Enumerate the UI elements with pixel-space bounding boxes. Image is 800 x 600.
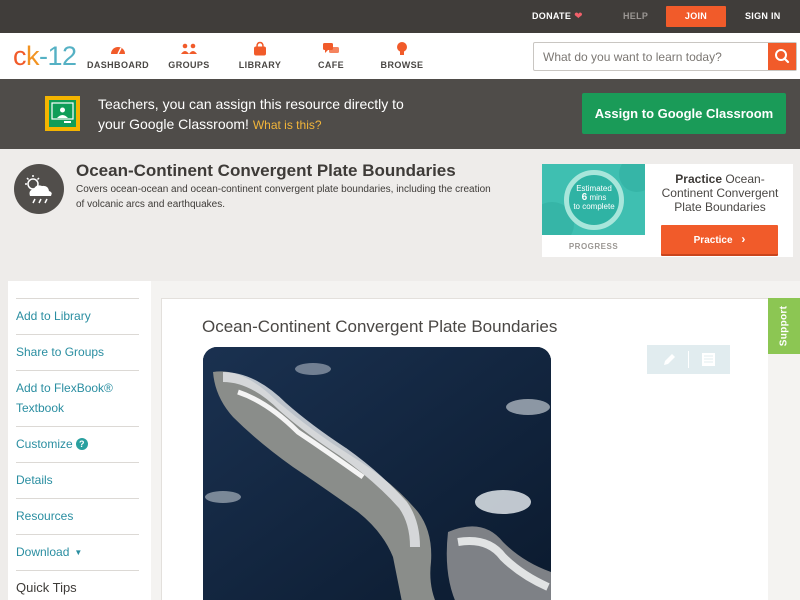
caret-down-icon: ▼ (74, 548, 83, 557)
heart-icon: ❤ (574, 11, 583, 22)
classroom-message: Teachers, you can assign this resource d… (98, 96, 404, 132)
progress-panel: Estimated 6 mins to complete PROGRESS (542, 164, 645, 257)
progress-label: PROGRESS (568, 242, 619, 251)
sign-in-link[interactable]: SIGN IN (745, 0, 781, 33)
concept-description: Covers ocean-ocean and ocean-continent c… (76, 184, 491, 210)
pencil-icon[interactable] (647, 345, 688, 374)
donate-label: DONATE (532, 11, 572, 21)
annotation-tools (647, 345, 730, 374)
google-classroom-icon (45, 96, 80, 131)
dashboard-gauge-icon (111, 47, 125, 55)
join-button[interactable]: JOIN (666, 6, 726, 27)
support-tab[interactable]: Support (768, 298, 800, 354)
help-link[interactable]: HELP (623, 0, 648, 33)
search-input[interactable] (534, 43, 770, 70)
browse-lightbulb-icon (397, 42, 407, 55)
practice-button[interactable]: Practice › (661, 225, 778, 254)
share-to-groups-link[interactable]: Share to Groups (16, 334, 139, 362)
assign-google-classroom-button[interactable]: Assign to Google Classroom (582, 93, 786, 134)
resources-link[interactable]: Resources (16, 498, 139, 526)
satellite-island-image (203, 347, 551, 600)
nav-groups[interactable]: GROUPS (154, 41, 224, 70)
add-to-flexbook-link[interactable]: Add to FlexBook® Textbook (16, 370, 139, 418)
download-dropdown[interactable]: Download ▼ (16, 534, 139, 563)
nav-cafe[interactable]: CAFE (296, 41, 366, 70)
what-is-this-link[interactable]: What is this? (253, 118, 322, 132)
top-utility-bar: DONATE ❤ HELP JOIN SIGN IN (0, 0, 800, 33)
practice-heading: Practice Ocean-Continent Convergent Plat… (661, 172, 779, 214)
estimated-time-ring: Estimated 6 mins to complete (564, 170, 624, 230)
content-title: Ocean-Continent Convergent Plate Boundar… (202, 317, 558, 336)
donate-link[interactable]: DONATE ❤ (532, 0, 583, 33)
search-icon (775, 49, 790, 64)
concept-icon-circle (14, 164, 64, 214)
library-bag-icon (254, 41, 266, 56)
weather-cloud-storm-icon (25, 175, 52, 204)
concept-title: Ocean-Continent Convergent Plate Boundar… (76, 161, 456, 180)
add-to-library-link[interactable]: Add to Library (16, 298, 139, 326)
quick-tips-heading: Quick Tips (16, 570, 139, 598)
search-box (533, 42, 797, 71)
main-header: ck-12 DASHBOARD GROUPS LIBRARY CAFE BROW… (0, 33, 800, 79)
ck12-logo[interactable]: ck-12 (13, 41, 77, 71)
practice-card: Estimated 6 mins to complete PROGRESS Pr… (542, 164, 793, 257)
help-question-icon[interactable]: ? (75, 438, 88, 450)
search-button[interactable] (768, 43, 796, 70)
nav-library[interactable]: LIBRARY (225, 41, 295, 70)
nav-browse[interactable]: BROWSE (367, 41, 437, 70)
nav-dashboard[interactable]: DASHBOARD (83, 41, 153, 70)
details-link[interactable]: Details (16, 462, 139, 490)
notes-document-icon[interactable] (689, 345, 730, 374)
left-sidebar: Add to Library Share to Groups Add to Fl… (8, 281, 151, 600)
chevron-right-icon: › (741, 232, 746, 246)
cafe-chat-bubbles-icon (323, 43, 339, 53)
customize-link[interactable]: Customize? (16, 426, 139, 454)
groups-people-icon (181, 43, 197, 54)
